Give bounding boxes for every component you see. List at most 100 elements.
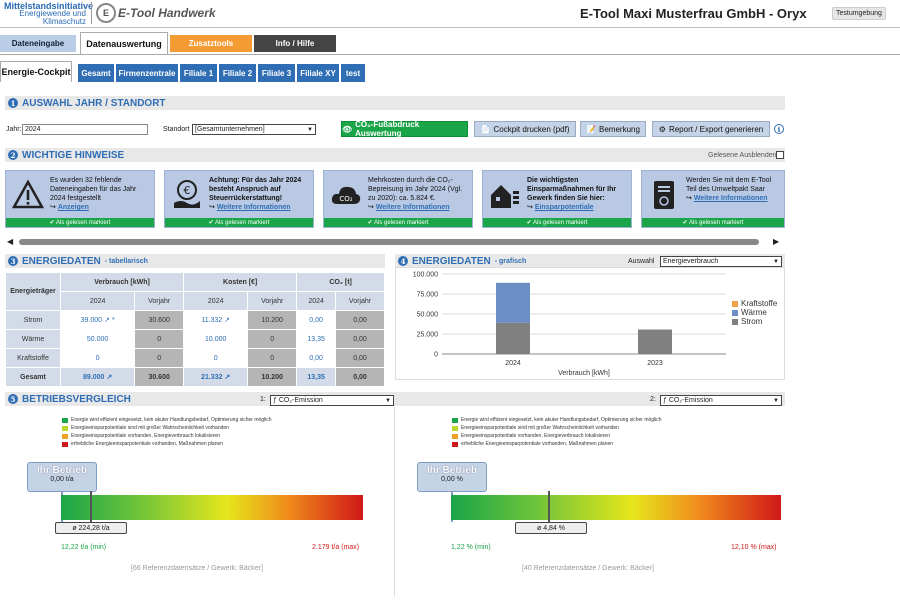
table-cell[interactable]: 89.000 ↗ bbox=[61, 368, 135, 386]
hinweis-card-co2-kosten[interactable]: CO₂ Mehrkosten durch die CO₂-Bepreisung … bbox=[323, 170, 473, 228]
scroll-left-icon[interactable]: ◀ bbox=[7, 237, 13, 246]
table-cell[interactable]: 50.000 bbox=[61, 330, 135, 348]
row-label: Kraftstoffe bbox=[6, 349, 60, 367]
table-cell: 30.600 bbox=[135, 311, 184, 329]
legend-item: Energieeinsparpotentiale sind mit großer… bbox=[62, 425, 229, 431]
legend-item: Energie wird effizient eingesetzt, kein … bbox=[452, 417, 662, 423]
legend-item: Energieeinsparpotentiale vorhanden, Ener… bbox=[452, 433, 610, 439]
subtab-filiale-1[interactable]: Filiale 1 bbox=[180, 64, 217, 82]
year-header: 2024 bbox=[61, 292, 135, 310]
tab-info-hilfe[interactable]: Info / Hilfe bbox=[254, 35, 336, 52]
table-cell[interactable]: 0,00 bbox=[297, 311, 336, 329]
standort-select[interactable]: [Gesamtunternehmen] ▼ bbox=[192, 124, 316, 135]
table-cell[interactable]: 0 bbox=[184, 349, 248, 367]
table-cell: 0,00 bbox=[336, 330, 384, 348]
co2-cloud-icon: CO₂ bbox=[331, 186, 361, 204]
row-label: Gesamt bbox=[6, 368, 60, 386]
section-energiedaten-tabelle-header: 3 ENERGIEDATEN - tabellarisch bbox=[5, 254, 385, 268]
gelesen-marker[interactable]: ✔ Als gelesen markiert bbox=[6, 218, 154, 227]
subtab-energie-cockpit[interactable]: Energie-Cockpit bbox=[0, 61, 72, 82]
cockpit-drucken-button[interactable]: 📄 Cockpit drucken (pdf) bbox=[474, 121, 576, 137]
energiedaten-table: Energieträger Verbrauch [kWh] Kosten [€]… bbox=[5, 272, 385, 387]
etool-logo-icon: E bbox=[96, 3, 116, 23]
einsparpotentiale-link[interactable]: Einsparpotentiale bbox=[535, 204, 594, 211]
gelesene-ausblenden-label: Gelesene Ausblenden bbox=[708, 152, 777, 159]
table-cell[interactable]: 21.332 ↗ bbox=[184, 368, 248, 386]
durchschnitt-wert: ø 4,84 % bbox=[515, 522, 587, 534]
gelesen-marker[interactable]: ✔ Als gelesen markiert bbox=[483, 218, 631, 227]
table-cell[interactable]: 39.000 ↗ * bbox=[61, 311, 135, 329]
gelesen-marker[interactable]: ✔ Als gelesen markiert bbox=[324, 218, 472, 227]
chevron-down-icon: ▼ bbox=[773, 397, 779, 404]
energiedaten-chart: 0 25.000 50.000 75.000 100.000 2024 2023 Verbra… bbox=[413, 272, 778, 378]
subtab-firmenzentrale[interactable]: Firmenzentrale bbox=[116, 64, 178, 82]
table-cell[interactable]: 11.332 ↗ bbox=[184, 311, 248, 329]
table-cell[interactable]: 0,00 bbox=[297, 349, 336, 367]
min-wert: 12,22 t/a (min) bbox=[61, 544, 107, 551]
section-title: BETRIEBSVERGLEICH bbox=[22, 393, 131, 405]
logo-divider bbox=[91, 2, 92, 24]
hinweise-scrollbar[interactable]: ◀ ▶ bbox=[5, 237, 785, 246]
table-row: Strom 39.000 ↗ * 30.600 11.332 ↗ 10.200 … bbox=[6, 311, 384, 329]
subtab-filiale-2[interactable]: Filiale 2 bbox=[219, 64, 256, 82]
report-export-button[interactable]: ⚙ Report / Export generieren bbox=[652, 121, 770, 137]
subtab-filiale-3[interactable]: Filiale 3 bbox=[258, 64, 295, 82]
table-cell: 10.200 bbox=[248, 368, 297, 386]
col-header-kosten: Kosten [€] bbox=[184, 273, 297, 291]
gelesen-marker[interactable]: ✔ Als gelesen markiert bbox=[165, 218, 313, 227]
co2-auswertung-button[interactable]: 👁 CO₂-Fußabdruck Auswertung bbox=[341, 120, 468, 138]
hinweis-card-einsparmassnahmen[interactable]: Die wichtigsten Einsparmaßnahmen für Ihr… bbox=[482, 170, 632, 228]
hinweis-card-umweltpakt[interactable]: Werden Sie mit dem E-Tool Teil des Umwel… bbox=[641, 170, 785, 228]
weitere-informationen-link[interactable]: Weitere Informationen bbox=[217, 204, 291, 211]
euro-hand-icon: € bbox=[174, 180, 200, 208]
section-title: ENERGIEDATEN bbox=[22, 255, 101, 267]
legend-item: Energie wird effizient eingesetzt, kein … bbox=[62, 417, 272, 423]
x-axis-label: Verbrauch [kWh] bbox=[558, 370, 610, 377]
table-cell[interactable]: 10.000 bbox=[184, 330, 248, 348]
info-icon[interactable]: i bbox=[774, 124, 784, 134]
weitere-informationen-link[interactable]: Weitere Informationen bbox=[376, 204, 450, 211]
anzeigen-link[interactable]: Anzeigen bbox=[58, 204, 89, 211]
table-cell[interactable]: 13,35 bbox=[297, 368, 336, 386]
environment-badge: Testumgebung bbox=[832, 7, 886, 20]
bemerkung-button[interactable]: 📝 Bemerkung bbox=[580, 121, 646, 137]
vergleich-2-select[interactable]: ƒ CO₂-Emission ▼ bbox=[660, 395, 782, 406]
row-label: Wärme bbox=[6, 330, 60, 348]
vergleich-1-select[interactable]: ƒ CO₂-Emission ▼ bbox=[270, 395, 394, 406]
weitere-informationen-link[interactable]: Weitere Informationen bbox=[694, 195, 768, 202]
y-tick-label: 25.000 bbox=[417, 332, 439, 339]
section-number: 2 bbox=[8, 150, 18, 160]
table-cell[interactable]: 13,35 bbox=[297, 330, 336, 348]
x-tick-label: 2024 bbox=[505, 360, 521, 367]
diagramm-auswahl-select[interactable]: Energieverbrauch ▼ bbox=[660, 256, 782, 267]
mittelstandsinitiative-logo[interactable]: Mittelstandsinitiative Energiewende und … bbox=[4, 2, 93, 26]
vergleich-2-index: 2: bbox=[650, 396, 656, 403]
gear-icon: ⚙ bbox=[658, 124, 666, 134]
hinweis-card-steuer[interactable]: € Achtung: Für das Jahr 2024 besteht Ans… bbox=[164, 170, 314, 228]
scrollbar-thumb[interactable] bbox=[19, 239, 759, 245]
year-header: 2024 bbox=[184, 292, 248, 310]
subtab-filiale-xy[interactable]: Filiale XY bbox=[297, 64, 339, 82]
warning-icon bbox=[12, 179, 44, 209]
gelesene-ausblenden-checkbox[interactable] bbox=[776, 151, 784, 159]
table-cell[interactable]: 0 bbox=[61, 349, 135, 367]
table-row: Kraftstoffe 0 0 0 0 0,00 0,00 bbox=[6, 349, 384, 367]
eye-icon: 👁 bbox=[342, 124, 353, 134]
bar-strom-2024 bbox=[496, 322, 530, 354]
y-tick-label: 75.000 bbox=[417, 292, 439, 299]
tab-zusatztools[interactable]: Zusatztools bbox=[170, 35, 252, 52]
etool-logo[interactable]: E E-Tool Handwerk bbox=[96, 3, 216, 23]
row-label: Strom bbox=[6, 311, 60, 329]
table-cell: 30.600 bbox=[135, 368, 184, 386]
subtab-gesamt[interactable]: Gesamt bbox=[78, 64, 114, 82]
gelesen-marker[interactable]: ✔ Als gelesen markiert bbox=[642, 218, 784, 227]
table-cell: 0 bbox=[248, 349, 297, 367]
table-row-total: Gesamt 89.000 ↗ 30.600 21.332 ↗ 10.200 1… bbox=[6, 368, 384, 386]
tab-datenauswertung[interactable]: Datenauswertung bbox=[80, 32, 168, 54]
hinweis-card-fehlende-daten[interactable]: Es wurden 32 fehlende Dateneingaben für … bbox=[5, 170, 155, 228]
durchschnitt-pointer bbox=[548, 491, 550, 523]
scroll-right-icon[interactable]: ▶ bbox=[773, 237, 779, 246]
subtab-test[interactable]: test bbox=[341, 64, 365, 82]
jahr-input[interactable]: 2024 bbox=[22, 124, 148, 135]
tab-dateneingabe[interactable]: Dateneingabe bbox=[0, 35, 76, 52]
